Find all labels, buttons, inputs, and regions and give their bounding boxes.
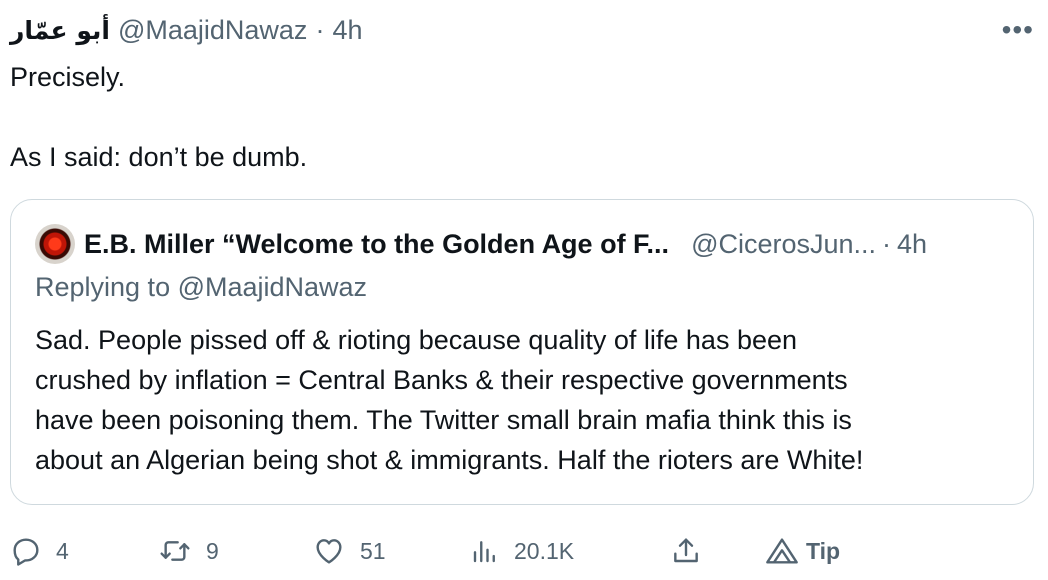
author-handle[interactable]: @MaajidNawaz [118, 15, 307, 46]
retweet-count: 9 [206, 537, 219, 564]
reply-count: 4 [56, 537, 69, 564]
retweet-icon [158, 535, 192, 567]
reply-icon [10, 535, 42, 567]
tweet-text-line: As I said: don’t be dumb. [10, 142, 308, 172]
tweet-time[interactable]: 4h [332, 15, 362, 46]
avatar[interactable] [35, 224, 75, 264]
action-bar: 4 9 51 20.1K Tip [0, 528, 1048, 574]
tweet-text-line: Precisely. [10, 62, 126, 92]
more-options-icon[interactable]: ••• [1002, 14, 1034, 46]
tip-button[interactable]: Tip [764, 528, 840, 574]
quoted-tweet-header: E.B. Miller “Welcome to the Golden Age o… [35, 224, 1013, 264]
tweet-header: أبو عمّار @MaajidNawaz · 4h ••• [10, 12, 1034, 48]
quoted-author-handle: @CicerosJun... [691, 228, 877, 259]
like-button[interactable]: 51 [312, 528, 386, 574]
tip-label: Tip [806, 537, 841, 564]
views-chart-icon [470, 535, 500, 567]
views-count: 20.1K [514, 537, 575, 564]
like-count: 51 [360, 537, 386, 564]
tweet-text-line [10, 97, 1010, 137]
quoted-text-line: Sad. People pissed off & rioting because… [35, 325, 798, 355]
quoted-author-name: E.B. Miller “Welcome to the Golden Age o… [84, 228, 670, 259]
quoted-text-line: crushed by inflation = Central Banks & t… [35, 365, 848, 395]
separator-dot: · [882, 228, 892, 259]
heart-icon [312, 535, 346, 567]
author-name[interactable]: أبو عمّار [10, 16, 110, 45]
reply-button[interactable]: 4 [10, 528, 69, 574]
share-button[interactable] [670, 528, 702, 574]
share-icon [670, 535, 702, 567]
quoted-tweet-card[interactable]: E.B. Miller “Welcome to the Golden Age o… [10, 199, 1034, 505]
views-button[interactable]: 20.1K [470, 528, 574, 574]
separator-dot: · [315, 14, 325, 45]
quoted-tweet-text: Sad. People pissed off & rioting because… [35, 320, 1010, 480]
quoted-tweet-time: 4h [897, 228, 928, 259]
quoted-text-line: have been poisoning them. The Twitter sm… [35, 405, 852, 435]
replying-to: Replying to @MaajidNawaz [35, 272, 368, 302]
tip-icon [764, 535, 800, 567]
retweet-button[interactable]: 9 [158, 528, 219, 574]
quoted-text-line: about an Algerian being shot & immigrant… [35, 445, 864, 475]
tweet-text: Precisely. As I said: don’t be dumb. [10, 57, 1010, 177]
